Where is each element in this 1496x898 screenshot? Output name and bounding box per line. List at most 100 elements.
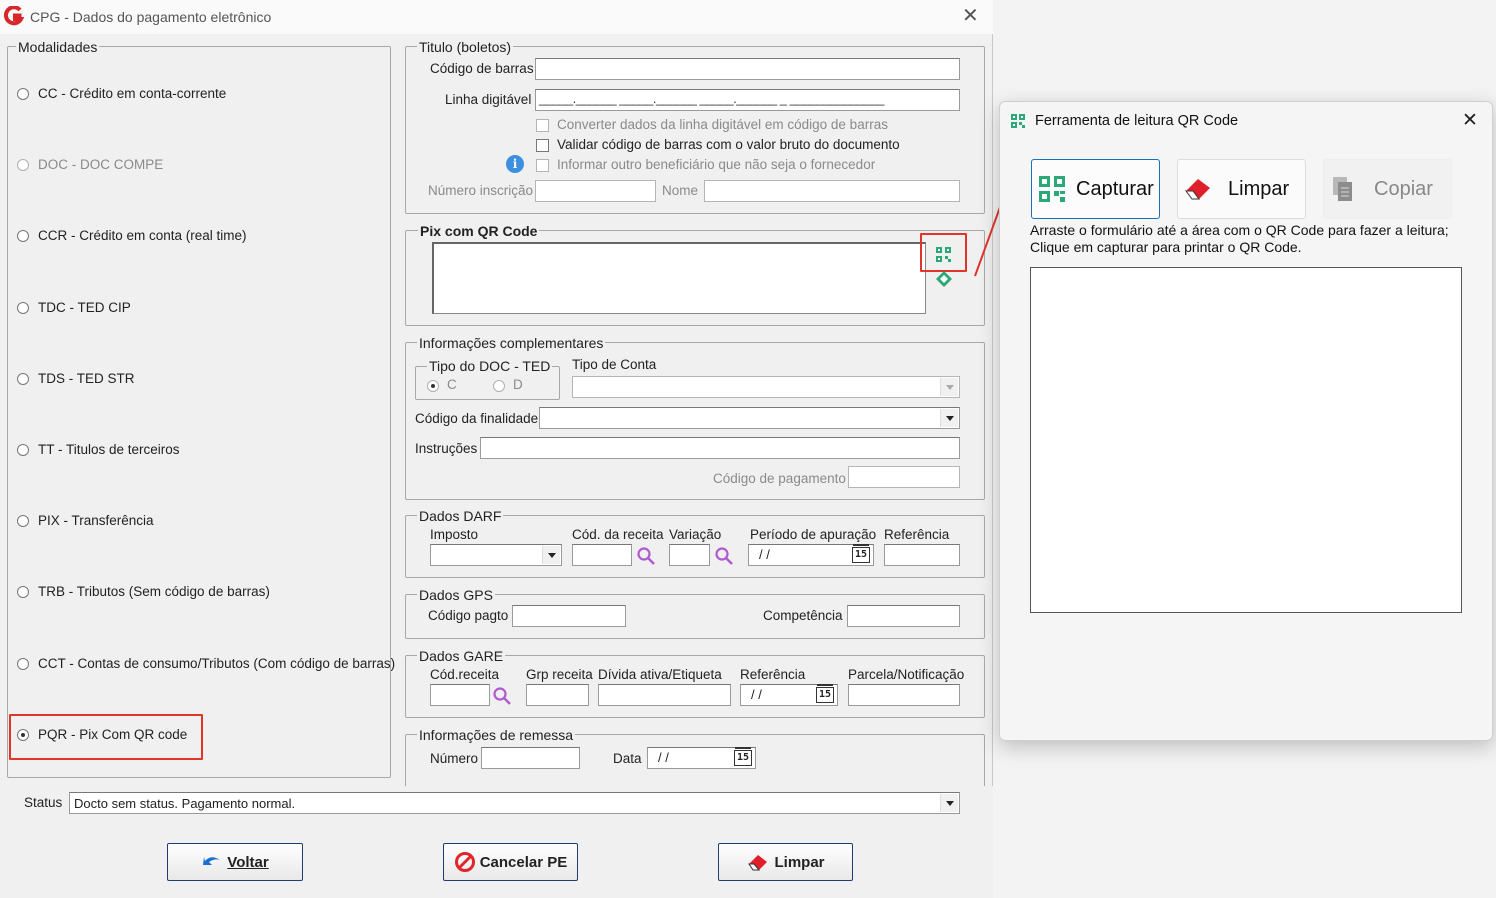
darf-periodo-date[interactable]: / / 15 [748, 544, 874, 566]
capturar-label: Capturar [1076, 177, 1154, 200]
gare-grp-receita-label: Grp receita [526, 667, 593, 682]
remessa-data-label: Data [613, 751, 642, 766]
cancelar-pe-button[interactable]: Cancelar PE [443, 843, 578, 881]
modalidade-radio[interactable] [17, 372, 29, 385]
tipo-doc-d-label: D [513, 377, 523, 392]
qr-window-title: Ferramenta de leitura QR Code [1035, 113, 1239, 129]
modalidade-label: TDC - TED CIP [38, 299, 131, 315]
status-select[interactable]: Docto sem status. Pagamento normal. [69, 792, 960, 814]
gare-cod-receita-search-icon[interactable] [492, 686, 512, 706]
limpar-button[interactable]: Limpar [718, 843, 853, 881]
linha-digitavel-mask: _____.______ _____.______ _____.______ _… [539, 91, 884, 106]
qrcode-capture-icon [1039, 176, 1065, 202]
darf-calendar-icon[interactable]: 15 [852, 544, 870, 563]
modalidade-radio[interactable] [17, 444, 29, 456]
darf-cod-receita-search-icon[interactable] [636, 546, 656, 566]
app-logo-icon [4, 6, 24, 26]
darf-legend: Dados DARF [417, 508, 504, 524]
gps-competencia-input[interactable] [847, 605, 960, 627]
codigo-finalidade-select[interactable] [539, 407, 960, 429]
status-value: Docto sem status. Pagamento normal. [74, 796, 296, 811]
informar-label: Informar outro beneficiário que não seja… [557, 157, 876, 172]
window-title: CPG - Dados do pagamento eletrônico [30, 9, 272, 25]
gare-divida-input[interactable] [598, 684, 731, 706]
gps-legend: Dados GPS [417, 587, 495, 603]
nome-label: Nome [662, 183, 699, 198]
tipo-conta-select[interactable] [572, 376, 960, 398]
tipo-doc-radio-c[interactable] [427, 380, 439, 392]
darf-imposto-select[interactable] [430, 544, 562, 566]
linha-digitavel-input[interactable]: _____.______ _____.______ _____.______ _… [535, 89, 960, 111]
qr-capture-area[interactable] [1030, 267, 1462, 613]
remessa-legend: Informações de remessa [417, 727, 576, 743]
modalidade-label: CCT - Contas de consumo/Tributos (Com có… [38, 655, 396, 671]
tipo-doc-legend: Tipo do DOC - TED [427, 358, 553, 374]
linha-digitavel-label: Linha digitável [445, 92, 532, 107]
title-bar: CPG - Dados do pagamento eletrônico ✕ [0, 0, 993, 34]
remessa-numero-label: Número [430, 751, 479, 766]
modalidade-label: TT - Titulos de terceiros [38, 442, 180, 457]
modalidade-label: DOC - DOC COMPE [38, 157, 164, 173]
eraser-icon [748, 855, 768, 871]
pix-icon[interactable] [934, 270, 954, 288]
modalidade-label: TDS - TED STR [38, 370, 135, 386]
info-icon[interactable]: i [506, 155, 524, 173]
darf-variacao-input[interactable] [669, 544, 710, 566]
pix-legend: Pix com QR Code [418, 223, 540, 239]
modalidade-radio[interactable] [17, 301, 29, 314]
converter-label: Converter dados da linha digitável em có… [557, 117, 888, 132]
modalidade-label: PIX - Transferência [38, 513, 154, 529]
qr-reader-window: Ferramenta de leitura QR Code ✕ Capturar… [999, 101, 1493, 741]
status-label: Status [24, 795, 63, 810]
gps-codigo-pagto-input[interactable] [512, 605, 626, 627]
nome-input[interactable] [704, 180, 960, 202]
tipo-conta-label: Tipo de Conta [572, 357, 657, 372]
cancel-icon [454, 852, 475, 872]
copy-icon [1333, 177, 1352, 201]
gare-parcela-label: Parcela/Notificação [848, 667, 965, 682]
darf-cod-receita-label: Cód. da receita [572, 527, 664, 542]
modalidade-radio[interactable] [17, 88, 29, 100]
remessa-numero-input[interactable] [481, 747, 580, 769]
codigo-barras-input[interactable] [535, 58, 960, 80]
gps-codigo-pagto-label: Código pagto [428, 608, 509, 623]
gare-legend: Dados GARE [417, 648, 506, 664]
voltar-button[interactable]: Voltar [167, 843, 303, 881]
copiar-button[interactable]: Copiar [1323, 159, 1452, 219]
darf-cod-receita-input[interactable] [572, 544, 632, 566]
remessa-calendar-icon[interactable]: 15 [734, 747, 752, 766]
qr-close-icon[interactable]: ✕ [1462, 111, 1478, 131]
pix-qrcode-textarea[interactable] [432, 242, 926, 314]
qr-limpar-label: Limpar [1228, 177, 1290, 200]
codigo-pagamento-input[interactable] [848, 466, 960, 488]
codigo-finalidade-label: Código da finalidade [415, 411, 539, 426]
darf-imposto-label: Imposto [430, 527, 479, 542]
gare-calendar-icon[interactable]: 15 [816, 684, 834, 703]
gare-parcela-input[interactable] [848, 684, 960, 706]
gare-cod-receita-input[interactable] [430, 684, 490, 706]
informar-checkbox[interactable] [536, 159, 549, 172]
numero-inscricao-input[interactable] [535, 180, 656, 202]
instrucoes-input[interactable] [480, 437, 960, 459]
highlight-pqr [9, 714, 203, 760]
darf-periodo-label: Período de apuração [750, 527, 877, 542]
gare-referencia-date[interactable]: / / 15 [740, 684, 838, 706]
calendar-day: 15 [736, 752, 750, 763]
tipo-doc-radio-d[interactable] [493, 380, 505, 392]
gare-referencia-mask: / / [751, 687, 762, 702]
validar-checkbox[interactable] [536, 139, 549, 152]
eraser-icon [1185, 179, 1210, 200]
modalidade-label: TRB - Tributos (Sem código de barras) [38, 584, 270, 600]
darf-variacao-search-icon[interactable] [714, 546, 734, 566]
instrucoes-label: Instruções [415, 441, 478, 456]
voltar-label: Voltar [227, 853, 269, 871]
modalidade-radio[interactable] [17, 657, 29, 670]
darf-referencia-input[interactable] [884, 544, 960, 566]
close-icon[interactable]: ✕ [962, 6, 979, 26]
gare-grp-receita-input[interactable] [526, 684, 589, 706]
qr-limpar-button[interactable]: Limpar [1177, 159, 1306, 219]
remessa-data-date[interactable]: / / 15 [647, 747, 756, 769]
calendar-day: 15 [854, 549, 868, 560]
converter-checkbox[interactable] [536, 119, 549, 132]
capturar-button[interactable]: Capturar [1031, 159, 1160, 219]
